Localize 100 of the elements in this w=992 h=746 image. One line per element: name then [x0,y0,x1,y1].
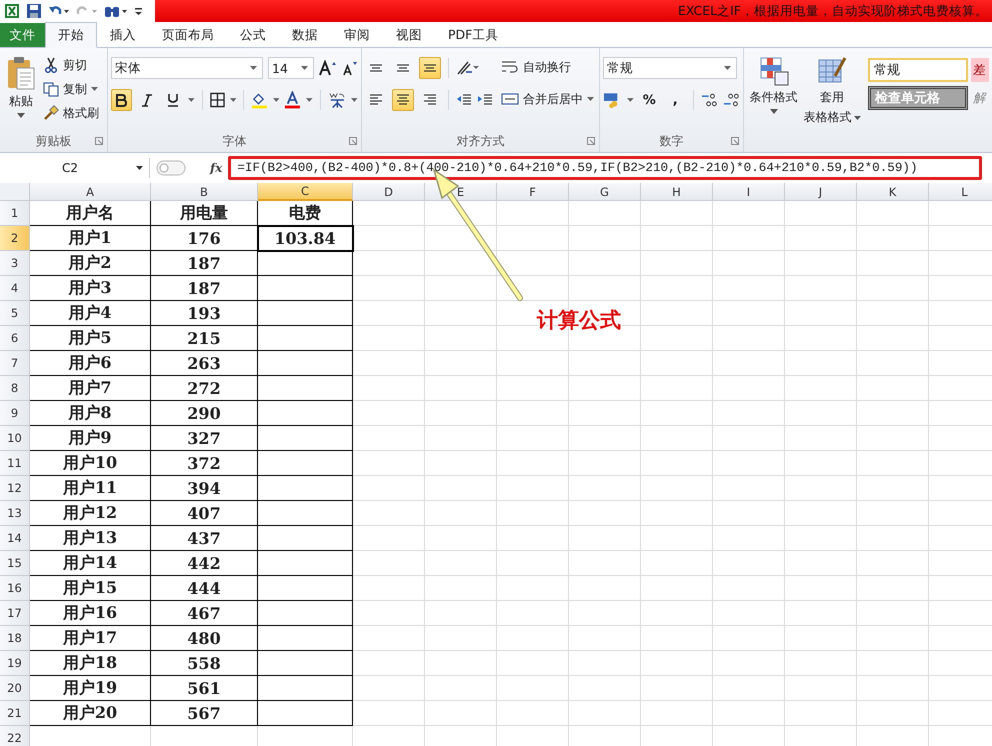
number-format-field[interactable]: 常规 [603,57,737,79]
row-header[interactable]: 6 [0,326,30,351]
decrease-indent-icon[interactable] [456,93,472,107]
row-header[interactable]: 22 [0,726,30,746]
font-color-icon[interactable] [284,91,302,109]
dialog-launcher-icon[interactable] [95,137,103,145]
dialog-launcher-icon[interactable] [731,137,739,145]
font-size-field[interactable]: 14 [268,57,314,79]
cell-style-tile[interactable]: 常规 [868,58,968,82]
format-as-table-button[interactable]: 套用 表格格式 [804,52,860,152]
grow-font-icon[interactable] [319,60,337,76]
row-header[interactable]: 5 [0,301,30,326]
table-cell: 444 [151,576,258,601]
row-header[interactable]: 14 [0,526,30,551]
increase-indent-icon[interactable] [477,93,493,107]
font-name-field[interactable]: 宋体 [111,57,263,79]
file-tab[interactable]: 文件 [0,23,45,47]
column-header[interactable]: H [641,183,713,201]
group-label: 对齐方式 [456,132,504,150]
row-header[interactable]: 20 [0,676,30,701]
table-cell: 用户3 [30,276,151,301]
row-header[interactable]: 9 [0,401,30,426]
row-header[interactable]: 19 [0,651,30,676]
splitter-handle-icon[interactable] [156,160,186,176]
formula-field[interactable]: =IF(B2>400,(B2-400)*0.8+(400-210)*0.64+210*0.59,IF(B2>210,(B2-210)*0.64+210*0.59,B2*0.59)) [228,156,982,180]
comma-button[interactable]: , [664,89,686,111]
align-bottom-button[interactable] [419,57,441,79]
column-header[interactable]: F [497,183,569,201]
dialog-launcher-icon[interactable] [587,137,595,145]
fill-color-icon[interactable] [251,91,268,109]
ribbon-tab[interactable]: 开始 [45,22,97,48]
orientation-icon[interactable] [456,60,480,76]
ribbon-tab[interactable]: 数据 [279,23,331,47]
ribbon-tab[interactable]: 视图 [383,23,435,47]
dialog-launcher-icon[interactable] [349,137,357,145]
ribbon-tab[interactable]: 插入 [97,23,149,47]
row-header[interactable]: 10 [0,426,30,451]
table-cell: 用户11 [30,476,151,501]
column-header[interactable]: A [30,183,151,201]
group-label: 数字 [660,132,684,150]
save-icon[interactable] [26,3,42,19]
row-header[interactable]: 21 [0,701,30,726]
cut-button[interactable]: 剪切 [43,54,99,76]
table-cell: 用户7 [30,376,151,401]
table-cell: 215 [151,326,258,351]
column-header[interactable]: J [785,183,857,201]
ribbon-tab[interactable]: 审阅 [331,23,383,47]
row-header[interactable]: 18 [0,626,30,651]
table-cell: 用户5 [30,326,151,351]
column-header[interactable]: C [258,183,353,201]
ribbon-tab[interactable]: 页面布局 [149,23,227,47]
conditional-format-button[interactable]: 条件格式 [747,52,800,152]
binoculars-icon[interactable] [104,4,128,18]
caret-icon [188,98,195,102]
ribbon-tab[interactable]: 公式 [227,23,279,47]
caret-icon [250,66,257,70]
ribbon-tab[interactable]: PDF工具 [435,23,512,47]
copy-button[interactable]: 复制 [43,78,99,100]
row-header[interactable]: 8 [0,376,30,401]
row-header[interactable]: 16 [0,576,30,601]
align-left-icon [369,93,383,107]
table-cell: 394 [151,476,258,501]
row-header[interactable]: 15 [0,551,30,576]
borders-icon[interactable] [210,92,225,108]
caret-icon [17,113,25,118]
row-header[interactable]: 3 [0,251,30,276]
percent-button[interactable]: % [638,89,660,111]
column-header[interactable]: B [151,183,258,201]
clipboard-icon [6,56,36,90]
align-center-button[interactable] [392,89,414,111]
row-header[interactable]: 1 [0,201,30,226]
row-header[interactable]: 12 [0,476,30,501]
cell-style-tile[interactable]: 差 [971,58,989,82]
copy-icon [43,81,59,97]
bold-button[interactable] [111,89,132,111]
increase-decimal-icon[interactable] [700,92,718,108]
insert-function-button[interactable]: fx [210,161,222,175]
format-painter-button[interactable]: 格式刷 [43,102,99,124]
group-label: 剪贴板 [36,132,72,150]
column-header[interactable]: L [929,183,992,201]
underline-icon [166,93,179,107]
row-header[interactable]: 7 [0,351,30,376]
decrease-decimal-icon[interactable] [722,92,740,108]
column-header[interactable]: I [713,183,785,201]
wrap-text-button[interactable]: 自动换行 [501,56,594,78]
row-header[interactable]: 2 [0,226,30,251]
row-header[interactable]: 13 [0,501,30,526]
row-header[interactable]: 17 [0,601,30,626]
phonetic-icon[interactable] [328,91,346,109]
merge-cells-icon [501,92,519,106]
name-box[interactable]: C2 [0,158,150,178]
column-header[interactable]: K [857,183,929,201]
paste-button[interactable]: 粘贴 [3,52,39,130]
merge-center-button[interactable]: 合并后居中 [501,88,594,110]
column-header[interactable]: D [353,183,425,201]
caret-icon [724,66,731,70]
row-header[interactable]: 11 [0,451,30,476]
row-header[interactable]: 4 [0,276,30,301]
shrink-font-icon[interactable] [342,60,358,76]
column-header[interactable]: G [569,183,641,201]
